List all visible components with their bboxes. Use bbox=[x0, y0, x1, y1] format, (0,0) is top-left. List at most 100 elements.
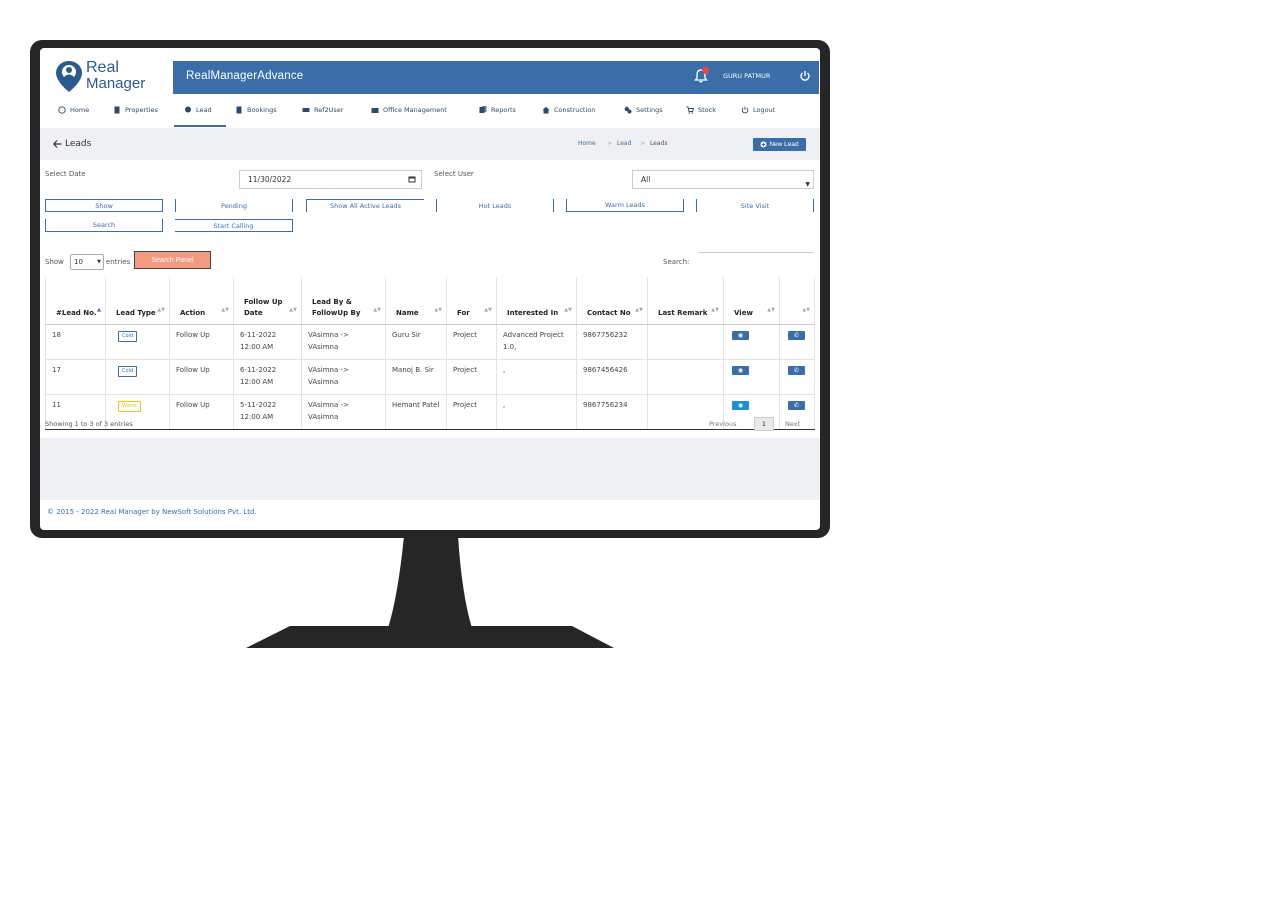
lead-type-badge: Cold bbox=[118, 366, 138, 377]
nav-settings[interactable]: Settings bbox=[624, 106, 663, 114]
nav-bookings[interactable]: Bookings bbox=[235, 106, 277, 114]
call-phone-icon[interactable]: ✆ bbox=[788, 366, 805, 375]
nav-office-management[interactable]: Office Management bbox=[371, 106, 447, 114]
nav-reports[interactable]: Reports bbox=[479, 106, 516, 114]
col-interested-in[interactable]: Interested In ▲▼ bbox=[496, 277, 577, 325]
content-footer-area bbox=[40, 438, 820, 500]
sort-icon: ▲▼ bbox=[564, 307, 572, 313]
col-action[interactable]: Action ▲▼ bbox=[169, 277, 234, 325]
copy-icon bbox=[479, 106, 487, 113]
nav-label: Home bbox=[70, 106, 90, 114]
site-visit-button[interactable]: Site Visit bbox=[696, 199, 814, 212]
pending-button[interactable]: Pending bbox=[175, 199, 293, 212]
logo-pin-icon bbox=[56, 61, 82, 92]
nav-label: Bookings bbox=[247, 106, 277, 114]
monitor-stand bbox=[246, 536, 614, 648]
page-1-button[interactable]: 1 bbox=[754, 417, 774, 431]
app-title: RealManagerAdvance bbox=[186, 70, 304, 82]
view-eye-icon[interactable]: ◉ bbox=[732, 331, 749, 340]
notification-badge bbox=[702, 67, 709, 74]
cell-name: Hemant Patel bbox=[385, 394, 447, 430]
view-eye-icon[interactable]: ◉ bbox=[732, 366, 749, 375]
user-name[interactable]: GURU PATMUR bbox=[723, 72, 770, 80]
cell-for: Project bbox=[446, 394, 497, 430]
show-label: Show bbox=[45, 258, 64, 266]
col-contact-no[interactable]: Contact No ▲▼ bbox=[576, 277, 648, 325]
cell-lead-by: VAsimna -> VAsimna bbox=[301, 394, 386, 430]
copyright: © 2015 - 2022 Real Manager by NewSoft So… bbox=[47, 508, 257, 516]
col-last-remark[interactable]: Last Remark ▲▼ bbox=[647, 277, 724, 325]
calendar-icon[interactable] bbox=[408, 175, 416, 183]
search-input[interactable] bbox=[698, 252, 814, 270]
table-row[interactable]: 11 Warm Follow Up 5-11-2022 12:00 AM VAs… bbox=[45, 394, 815, 430]
breadcrumb-separator: > bbox=[640, 140, 646, 147]
table-row[interactable]: 18 Cold Follow Up 6-11-2022 12:00 AM VAs… bbox=[45, 324, 815, 360]
back-link[interactable]: Leads bbox=[53, 139, 91, 149]
sort-icon: ▲▼ bbox=[157, 307, 165, 313]
show-button[interactable]: Show bbox=[45, 199, 163, 212]
cell-remark bbox=[647, 324, 724, 360]
col-name[interactable]: Name ▲▼ bbox=[385, 277, 447, 325]
cell-interested: , bbox=[496, 359, 577, 395]
previous-button[interactable]: Previous bbox=[709, 420, 736, 428]
user-select[interactable]: All ▼ bbox=[632, 170, 814, 189]
cell-contact: 9867756232 bbox=[576, 324, 648, 360]
call-phone-icon[interactable]: ✆ bbox=[788, 401, 805, 410]
monitor-frame: Real Manager RealManagerAdvance GURU PAT… bbox=[30, 40, 830, 538]
leads-table: #Lead No. ▲ Lead Type ▲▼ Action ▲▼ Follow U… bbox=[45, 277, 815, 430]
cell-for: Project bbox=[446, 359, 497, 395]
cell-interested: , bbox=[496, 394, 577, 430]
cell-date: 5-11-2022 12:00 AM bbox=[233, 394, 302, 430]
page-header: Leads Home > Lead > Leads New Lead bbox=[40, 128, 820, 160]
cell-for: Project bbox=[446, 324, 497, 360]
warm-leads-button[interactable]: Warm Leads bbox=[566, 199, 684, 212]
hot-leads-button[interactable]: Hot Leads bbox=[436, 199, 554, 212]
nav-logout[interactable]: Logout bbox=[741, 106, 775, 114]
lead-type-badge: Warm bbox=[118, 401, 141, 412]
new-lead-button[interactable]: New Lead bbox=[753, 138, 806, 151]
col-follow-up-date[interactable]: Follow Up Date ▲▼ bbox=[233, 277, 302, 325]
nav-label: Office Management bbox=[383, 106, 447, 114]
user-select-value: All bbox=[641, 175, 651, 184]
col-for[interactable]: For ▲▼ bbox=[446, 277, 497, 325]
cell-action: Follow Up bbox=[169, 394, 234, 430]
next-button[interactable]: Next bbox=[785, 420, 800, 428]
breadcrumb-home[interactable]: Home bbox=[578, 140, 596, 147]
col-view[interactable]: View ▲▼ bbox=[723, 277, 780, 325]
document-icon bbox=[236, 106, 242, 114]
cell-lead-by: VAsimna -> VAsimna bbox=[301, 359, 386, 395]
nav-properties[interactable]: Properties bbox=[113, 106, 158, 114]
show-all-active-leads-button[interactable]: Show All Active Leads bbox=[306, 199, 424, 212]
nav-lead[interactable]: Lead bbox=[184, 106, 212, 114]
search-panel-button[interactable]: Search Panel bbox=[134, 251, 211, 269]
date-input[interactable]: 11/30/2022 bbox=[239, 170, 422, 189]
col-call[interactable]: ▲▼ bbox=[779, 277, 815, 325]
select-date-label: Select Date bbox=[45, 170, 86, 178]
nav-construction[interactable]: Construction bbox=[542, 106, 595, 114]
new-lead-label: New Lead bbox=[769, 141, 799, 148]
entries-select[interactable]: 10 ▼ bbox=[70, 254, 104, 270]
breadcrumb-leads: Leads bbox=[650, 140, 668, 147]
sort-asc-icon: ▲ bbox=[97, 307, 101, 313]
col-lead-by[interactable]: Lead By & FollowUp By ▲▼ bbox=[301, 277, 386, 325]
nav-label: Ref2User bbox=[314, 106, 344, 114]
breadcrumb-lead[interactable]: Lead bbox=[617, 140, 631, 147]
view-eye-icon[interactable]: ◉ bbox=[732, 401, 749, 410]
table-info: Showing 1 to 3 of 3 entries bbox=[45, 420, 133, 428]
col-lead-no[interactable]: #Lead No. ▲ bbox=[45, 277, 106, 325]
start-calling-button[interactable]: Start Calling bbox=[175, 219, 293, 232]
nav-ref2user[interactable]: Ref2User bbox=[302, 106, 343, 114]
pagination: Previous 1 Next bbox=[703, 417, 814, 431]
search-button[interactable]: Search bbox=[45, 219, 163, 232]
cell-action: Follow Up bbox=[169, 359, 234, 395]
nav-home[interactable]: Home bbox=[58, 106, 89, 114]
call-phone-icon[interactable]: ✆ bbox=[788, 331, 805, 340]
sort-icon: ▲▼ bbox=[767, 307, 775, 313]
nav-label: Settings bbox=[636, 106, 663, 114]
table-row[interactable]: 17 Cold Follow Up 6-11-2022 12:00 AM VAs… bbox=[45, 359, 815, 395]
nav-stock[interactable]: Stock bbox=[686, 106, 716, 114]
power-icon[interactable] bbox=[799, 70, 811, 82]
sort-icon: ▲▼ bbox=[635, 307, 643, 313]
col-lead-type[interactable]: Lead Type ▲▼ bbox=[105, 277, 170, 325]
nav-label: Logout bbox=[753, 106, 776, 114]
